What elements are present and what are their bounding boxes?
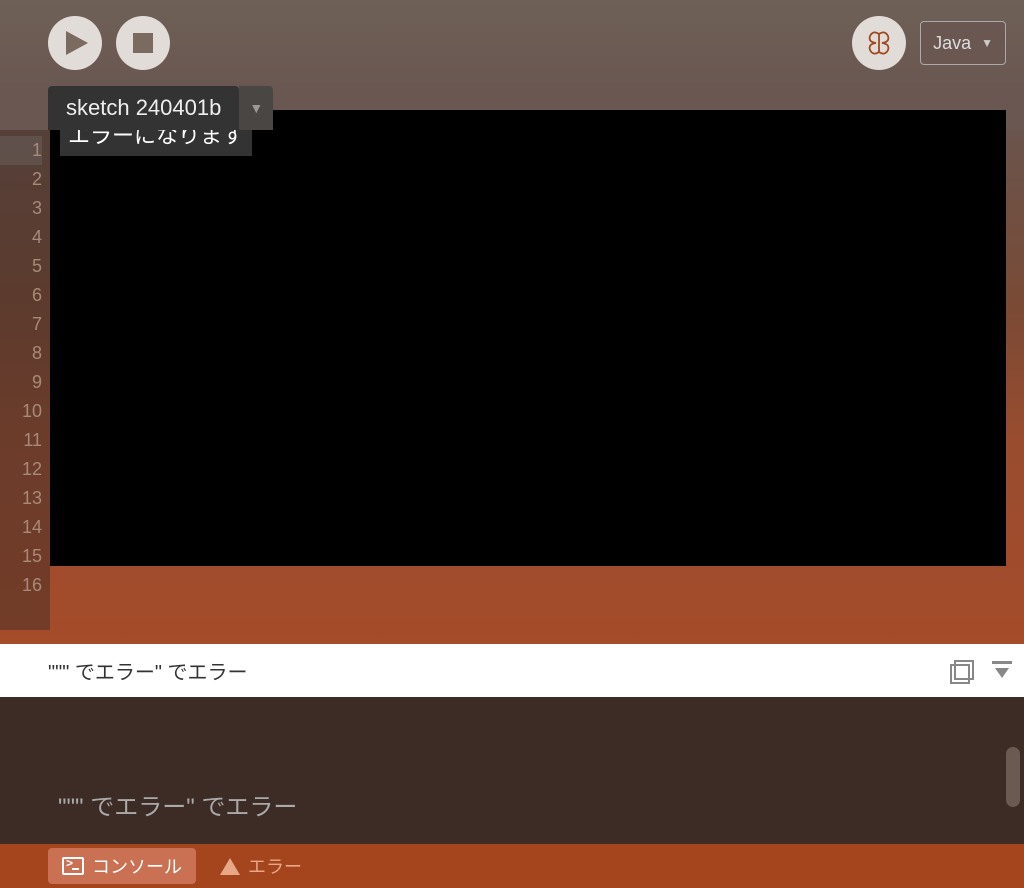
console-output: """ でエラー" でエラー [58, 787, 297, 822]
stop-button[interactable] [116, 16, 170, 70]
errors-tab-label: エラー [248, 853, 302, 879]
editor-area: 1 2 3 4 5 6 7 8 9 10 11 12 13 14 15 16 エ… [0, 130, 1024, 644]
line-number: 11 [0, 426, 42, 455]
line-number: 5 [0, 252, 42, 281]
line-number: 10 [0, 397, 42, 426]
copy-icon[interactable] [950, 660, 972, 682]
caret-down-icon: ▼ [981, 36, 993, 50]
status-icons [950, 660, 1012, 682]
line-gutter: 1 2 3 4 5 6 7 8 9 10 11 12 13 14 15 16 [0, 130, 50, 630]
errors-tab[interactable]: エラー [206, 848, 316, 884]
tab-label: sketch 240401b [66, 95, 221, 121]
line-number: 6 [0, 281, 42, 310]
line-number: 12 [0, 455, 42, 484]
bottom-tab-bar: コンソール エラー [0, 844, 1024, 888]
run-button[interactable] [48, 16, 102, 70]
butterfly-icon [866, 30, 892, 56]
code-editor[interactable]: エラーになります [50, 110, 1006, 566]
console-panel: """ でエラー" でエラー [0, 697, 1024, 844]
console-tab-label: コンソール [92, 853, 182, 879]
line-number: 1 [0, 136, 42, 165]
line-number: 13 [0, 484, 42, 513]
toolbar: Java ▼ [0, 0, 1024, 86]
mode-label: Java [933, 33, 971, 54]
play-icon [66, 31, 88, 55]
sketch-tab[interactable]: sketch 240401b [48, 86, 239, 130]
line-number: 2 [0, 165, 42, 194]
mode-select[interactable]: Java ▼ [920, 21, 1006, 65]
toolbar-right: Java ▼ [852, 16, 1006, 70]
debug-button[interactable] [852, 16, 906, 70]
line-number: 16 [0, 571, 42, 600]
stop-icon [133, 33, 153, 53]
caret-down-icon: ▼ [249, 100, 263, 116]
line-number: 15 [0, 542, 42, 571]
status-bar: """ でエラー" でエラー [0, 644, 1024, 697]
line-number: 3 [0, 194, 42, 223]
line-number: 9 [0, 368, 42, 397]
warning-icon [220, 858, 240, 875]
line-number: 14 [0, 513, 42, 542]
collapse-icon[interactable] [992, 661, 1012, 681]
console-tab[interactable]: コンソール [48, 848, 196, 884]
line-number: 4 [0, 223, 42, 252]
line-number: 8 [0, 339, 42, 368]
toolbar-left [48, 16, 170, 70]
console-scrollbar[interactable] [1006, 747, 1020, 807]
tab-dropdown[interactable]: ▼ [239, 86, 273, 130]
line-number: 7 [0, 310, 42, 339]
status-message: """ でエラー" でエラー [48, 656, 248, 685]
console-icon [62, 857, 84, 875]
